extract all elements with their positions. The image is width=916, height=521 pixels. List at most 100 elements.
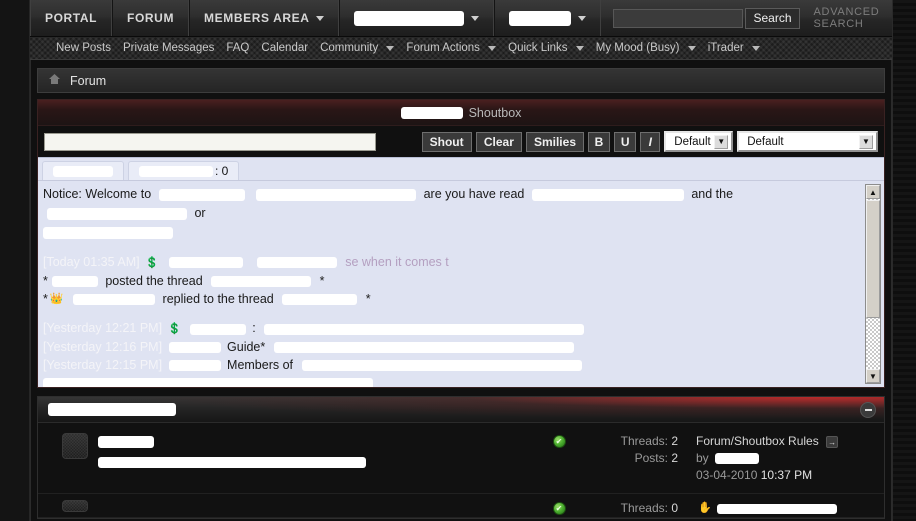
right-gutter-scrollbar[interactable] (892, 0, 916, 521)
search-button[interactable]: Search (745, 7, 800, 29)
shoutbox-widget: Shoutbox Shout Clear Smilies B U I Defau… (37, 99, 885, 388)
redacted-tab-label (53, 165, 113, 177)
search-input[interactable] (613, 8, 744, 28)
home-icon[interactable] (48, 73, 61, 89)
shoutbox-toolbar: Shout Clear Smilies B U I Default ▼ Defa… (38, 126, 884, 157)
page-content: Forum Shoutbox Shout Clear Smilies B U I… (30, 60, 892, 521)
threads-value: 0 (671, 501, 678, 515)
forum-last-post: ✋ (678, 498, 874, 517)
redacted-username (73, 293, 156, 305)
tab-active-users[interactable]: : 0 (128, 161, 240, 180)
shoutbox-scrollbar[interactable]: ▲ ▼ (865, 184, 881, 384)
redacted-author[interactable] (715, 453, 760, 465)
chevron-down-icon: ▼ (859, 134, 873, 149)
redacted-forum-description (98, 457, 366, 469)
redacted-text (264, 323, 585, 335)
shout-text: replied to the thread (162, 291, 274, 306)
shout-button[interactable]: Shout (421, 131, 472, 152)
shout-input[interactable] (44, 132, 376, 151)
forum-row[interactable]: ✔ Threads: 2 Posts: 2 Forum/Shoutbox Rul… (38, 423, 884, 494)
nav-item-members-area[interactable]: MEMBERS AREA (189, 0, 340, 36)
redacted-username (51, 275, 98, 287)
shout-text: Members of (227, 358, 294, 373)
chevron-down-icon (575, 46, 584, 51)
nav-item-redacted-1[interactable] (339, 0, 495, 36)
threads-label: Threads: (620, 501, 668, 515)
forum-stats: Threads: 2 Posts: 2 (572, 431, 678, 467)
scrollbar-thumb[interactable] (866, 200, 880, 318)
color-select-value: Default (747, 135, 784, 148)
italic-button[interactable]: I (640, 131, 661, 152)
nav-item-redacted-2[interactable] (494, 0, 602, 36)
shout-faded-text: se when it comes t (345, 255, 449, 269)
subnav-label: Community (320, 42, 379, 54)
subnav-item-my-mood[interactable]: My Mood (Busy) (596, 42, 696, 54)
threads-value: 2 (671, 434, 678, 448)
chevron-down-icon (316, 15, 325, 21)
subnav-item-community[interactable]: Community (320, 42, 395, 54)
underline-button[interactable]: U (614, 131, 637, 152)
scroll-up-arrow-icon[interactable]: ▲ (866, 185, 880, 199)
subnav-item-quick-links[interactable]: Quick Links (508, 42, 584, 54)
subnav-label: iTrader (707, 42, 744, 54)
forum-last-post: Forum/Shoutbox Rules → by 03-04-2010 10:… (678, 431, 874, 484)
shout-message: [Yesterday 12:16 PM] Guide* (43, 338, 862, 356)
unread-dot-icon: ✔ (552, 435, 566, 448)
shoutbox-message-pane[interactable]: Notice: Welcome to are you have read and… (38, 180, 884, 387)
collapse-category-button[interactable] (860, 402, 876, 418)
subnav-label: Private Messages (122, 42, 215, 54)
forum-info (98, 431, 546, 469)
forum-page: PORTAL FORUM MEMBERS AREA Search ADVANCE… (0, 0, 916, 521)
subnav-item-new-posts[interactable]: New Posts (56, 42, 111, 54)
scroll-down-arrow-icon[interactable]: ▼ (866, 369, 880, 383)
category-header (38, 397, 884, 423)
redacted-text (301, 360, 582, 372)
redacted-text (256, 257, 337, 269)
redacted-username (169, 257, 244, 269)
redacted-username (189, 323, 246, 335)
chevron-down-icon: ▼ (714, 134, 729, 149)
color-select[interactable]: Default ▼ (737, 131, 878, 152)
forum-info (98, 498, 546, 500)
shout-message: * 👑 replied to the thread * (43, 291, 371, 306)
redacted-shoutbox-owner (400, 106, 463, 119)
tab-shoutbox[interactable] (42, 161, 124, 180)
shoutbox-notice: Notice: Welcome to are you have read and… (43, 185, 862, 242)
subnav-item-itrader[interactable]: iTrader (708, 42, 760, 54)
shout-message: [Today 01:35 AM] 💲 se when it comes t (43, 253, 862, 272)
redacted-forum-title[interactable] (98, 435, 154, 448)
last-post-title[interactable]: Forum/Shoutbox Rules (696, 434, 819, 448)
nav-item-label: MEMBERS AREA (204, 11, 310, 25)
advanced-search-link[interactable]: ADVANCED SEARCH (814, 6, 892, 30)
forum-read-status: ✔ (546, 431, 572, 448)
nav-item-portal[interactable]: PORTAL (30, 0, 113, 36)
redacted-text (47, 207, 187, 220)
bold-button[interactable]: B (587, 131, 611, 152)
subnav-item-private-messages[interactable]: Private Messages (123, 42, 214, 54)
forum-status-icon (62, 433, 88, 459)
breadcrumb: Forum (37, 68, 885, 93)
chevron-down-icon (386, 46, 395, 51)
go-to-last-post-icon[interactable]: → (826, 435, 839, 448)
redacted-text (158, 188, 245, 201)
subnav-item-forum-actions[interactable]: Forum Actions (406, 42, 497, 54)
forum-read-status: ✔ (546, 498, 572, 515)
chevron-down-icon (751, 46, 760, 51)
smilies-button[interactable]: Smilies (526, 131, 584, 152)
subnav-item-calendar[interactable]: Calendar (261, 42, 308, 54)
subnav-label: My Mood (Busy) (595, 42, 680, 54)
nav-item-label: PORTAL (45, 11, 98, 25)
subnav-item-faq[interactable]: FAQ (226, 42, 249, 54)
clear-button[interactable]: Clear (475, 131, 523, 152)
breadcrumb-label[interactable]: Forum (70, 74, 106, 88)
forum-row[interactable]: ✔ Threads: 0 ✋ (38, 494, 884, 519)
redacted-thread-title (282, 293, 358, 305)
redacted-category-title (48, 403, 176, 416)
font-select[interactable]: Default ▼ (664, 131, 734, 152)
chevron-down-icon (471, 15, 480, 21)
minus-icon (864, 409, 872, 411)
nav-item-forum[interactable]: FORUM (112, 0, 190, 36)
redacted-text (256, 188, 417, 201)
crown-icon: 👑 (49, 293, 64, 306)
shout-message: [Yesterday 12:21 PM] 💲 : (43, 319, 862, 338)
